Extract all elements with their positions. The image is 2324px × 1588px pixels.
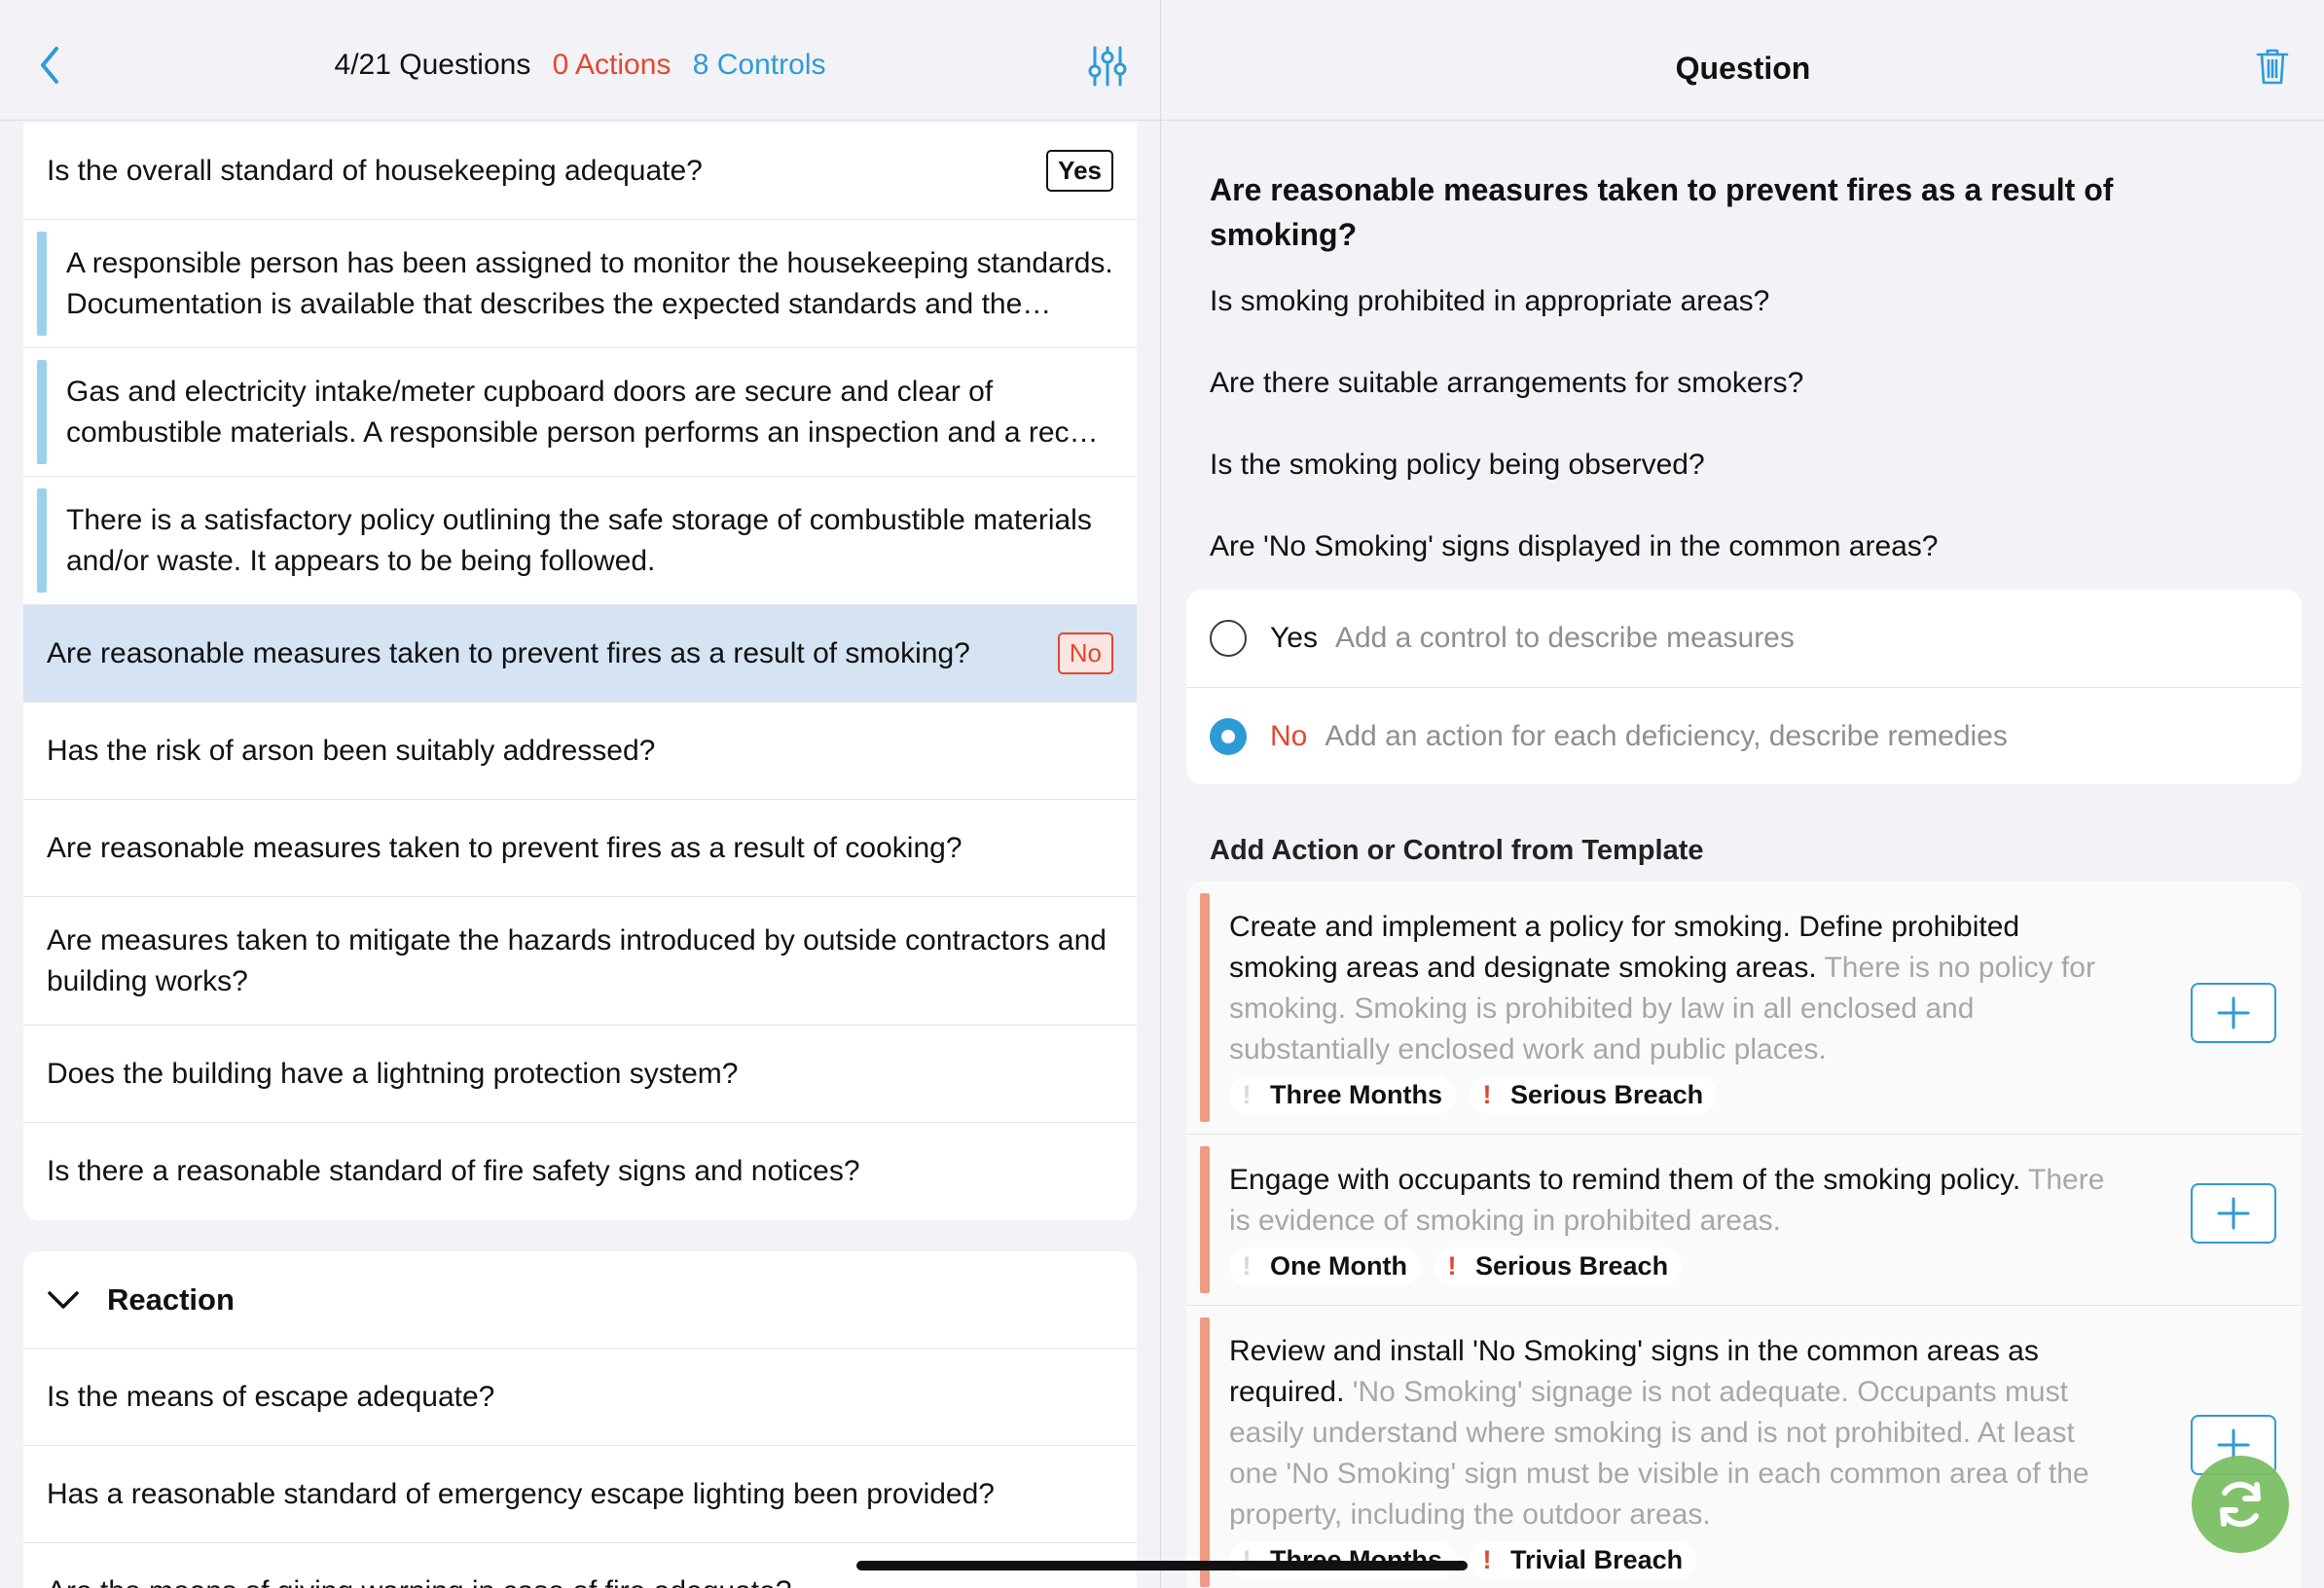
question-text: Are the means of giving warning in case … [47, 1575, 1113, 1588]
template-text: Review and install 'No Smoking' signs in… [1229, 1331, 2126, 1535]
question-row[interactable]: Has a reasonable standard of emergency e… [23, 1446, 1137, 1543]
detail-title: Question [1675, 51, 1811, 86]
exclamation-icon: ! [1482, 1545, 1492, 1574]
plus-icon [2217, 996, 2250, 1029]
questions-pane: 4/21 Questions 0 Actions 8 Controls Is t… [0, 0, 1160, 1588]
question-text: Is the means of escape adequate? [47, 1380, 495, 1413]
template-tags: ! One Month ! Serious Breach [1229, 1247, 2126, 1285]
severity-label: Serious Breach [1510, 1080, 1704, 1109]
control-text: A responsible person has been assigned t… [66, 246, 1113, 320]
question-row[interactable]: Are reasonable measures taken to prevent… [23, 800, 1137, 897]
question-heading: Are reasonable measures taken to prevent… [1210, 172, 2114, 252]
action-indicator-bar [1200, 1317, 1210, 1587]
trash-icon[interactable] [2255, 47, 2290, 86]
prompt-text: Is smoking prohibited in appropriate are… [1210, 285, 1770, 317]
template-text: Engage with occupants to remind them of … [1229, 1160, 2126, 1242]
sync-button[interactable] [2192, 1456, 2289, 1553]
answer-badge-no: No [1057, 632, 1113, 674]
reaction-section: Reaction Is the means of escape adequate… [23, 1251, 1137, 1588]
template-main-text: Engage with occupants to remind them of … [1229, 1164, 2021, 1196]
questions-header: 4/21 Questions 0 Actions 8 Controls [0, 0, 1160, 121]
question-row[interactable]: Does the building have a lightning prote… [23, 1026, 1137, 1123]
question-row[interactable]: Is there a reasonable standard of fire s… [23, 1123, 1137, 1220]
control-row[interactable]: A responsible person has been assigned t… [23, 220, 1137, 348]
question-row[interactable]: Has the risk of arson been suitably addr… [23, 703, 1137, 800]
timeframe-label: Three Months [1270, 1080, 1443, 1109]
question-text: Are reasonable measures taken to prevent… [47, 636, 970, 669]
control-row[interactable]: There is a satisfactory policy outlining… [23, 477, 1137, 605]
controls-count[interactable]: 8 Controls [693, 49, 826, 81]
priority-icon: ! [1242, 1080, 1252, 1109]
question-text: Is the overall standard of housekeeping … [47, 154, 703, 187]
answer-options: Yes Add a control to describe measures N… [1186, 590, 2302, 784]
app: 4/21 Questions 0 Actions 8 Controls Is t… [0, 0, 2324, 1588]
question-text: Has the risk of arson been suitably addr… [47, 734, 656, 767]
action-indicator-bar [1200, 1146, 1210, 1293]
action-indicator-bar [1200, 893, 1210, 1122]
template-list: Create and implement a policy for smokin… [1186, 882, 2302, 1588]
prompt-text: Is the smoking policy being observed? [1210, 449, 1705, 481]
template-detail-text: 'No Smoking' signage is not adequate. Oc… [1229, 1376, 2089, 1531]
priority-icon: ! [1242, 1251, 1252, 1281]
template-section-label: Add Action or Control from Template [1210, 835, 1704, 866]
answer-no-label: No [1270, 719, 1308, 752]
home-indicator [856, 1561, 1468, 1570]
question-text: Are measures taken to mitigate the hazar… [47, 923, 1107, 997]
control-indicator-bar [37, 488, 47, 593]
answer-no-hint: Add an action for each deficiency, descr… [1325, 719, 2008, 752]
question-row[interactable]: Are measures taken to mitigate the hazar… [23, 897, 1137, 1026]
question-text: Has a reasonable standard of emergency e… [47, 1477, 995, 1510]
severity-tag: ! Serious Breach [1434, 1247, 1683, 1285]
template-tags: ! Three Months ! Serious Breach [1229, 1076, 2126, 1114]
control-row[interactable]: Gas and electricity intake/meter cupboar… [23, 348, 1137, 477]
section-header[interactable]: Reaction [23, 1251, 1137, 1349]
control-indicator-bar [37, 232, 47, 336]
template-action-item: Engage with occupants to remind them of … [1186, 1135, 2302, 1306]
timeframe-tag: ! Three Months [1229, 1076, 1457, 1114]
severity-label: Trivial Breach [1510, 1545, 1684, 1574]
control-text: Gas and electricity intake/meter cupboar… [66, 375, 1111, 449]
plus-icon [2217, 1197, 2250, 1230]
severity-tag: ! Trivial Breach [1470, 1541, 1697, 1579]
detail-header: Question [1161, 0, 2324, 121]
sliders-icon[interactable] [1088, 45, 1127, 88]
questions-count: 4/21 Questions [334, 49, 531, 81]
actions-count[interactable]: 0 Actions [553, 49, 672, 81]
template-action-item: Create and implement a policy for smokin… [1186, 882, 2302, 1135]
severity-tag: ! Serious Breach [1470, 1076, 1718, 1114]
answer-no-option[interactable]: No Add an action for each deficiency, de… [1186, 687, 2302, 784]
control-text: There is a satisfactory policy outlining… [66, 503, 1092, 577]
question-counts: 4/21 Questions 0 Actions 8 Controls [0, 49, 1160, 82]
exclamation-icon: ! [1482, 1080, 1492, 1109]
question-row-selected[interactable]: Are reasonable measures taken to prevent… [23, 605, 1137, 703]
prompt-text: Are there suitable arrangements for smok… [1210, 367, 1804, 399]
question-text: Does the building have a lightning prote… [47, 1057, 739, 1090]
add-template-button[interactable] [2191, 983, 2276, 1043]
question-detail-pane: Question Are reasonable measures taken t… [1160, 0, 2324, 1588]
timeframe-label: One Month [1270, 1251, 1407, 1281]
question-list: Is the overall standard of housekeeping … [23, 123, 1137, 1220]
question-row[interactable]: Is the overall standard of housekeeping … [23, 123, 1137, 220]
radio-button-no[interactable] [1210, 717, 1247, 755]
answer-yes-label: Yes [1270, 622, 1318, 654]
exclamation-icon: ! [1447, 1251, 1457, 1281]
timeframe-tag: ! One Month [1229, 1247, 1421, 1285]
control-indicator-bar [37, 360, 47, 464]
add-template-button[interactable] [2191, 1183, 2276, 1244]
question-prompts: Is smoking prohibited in appropriate are… [1210, 278, 2280, 605]
question-row[interactable]: Is the means of escape adequate? [23, 1349, 1137, 1446]
template-text: Create and implement a policy for smokin… [1229, 907, 2126, 1070]
chevron-down-icon [48, 1290, 79, 1309]
answer-yes-hint: Add a control to describe measures [1334, 622, 1795, 654]
section-title: Reaction [107, 1281, 235, 1317]
severity-label: Serious Breach [1474, 1251, 1669, 1281]
sync-icon [2220, 1481, 2261, 1528]
question-text: Is there a reasonable standard of fire s… [47, 1155, 860, 1187]
radio-button-yes[interactable] [1210, 620, 1247, 657]
template-action-item: Review and install 'No Smoking' signs in… [1186, 1306, 2302, 1588]
answer-yes-option[interactable]: Yes Add a control to describe measures [1186, 590, 2302, 687]
question-text: Are reasonable measures taken to prevent… [47, 831, 962, 864]
answer-badge-yes: Yes [1046, 150, 1113, 192]
